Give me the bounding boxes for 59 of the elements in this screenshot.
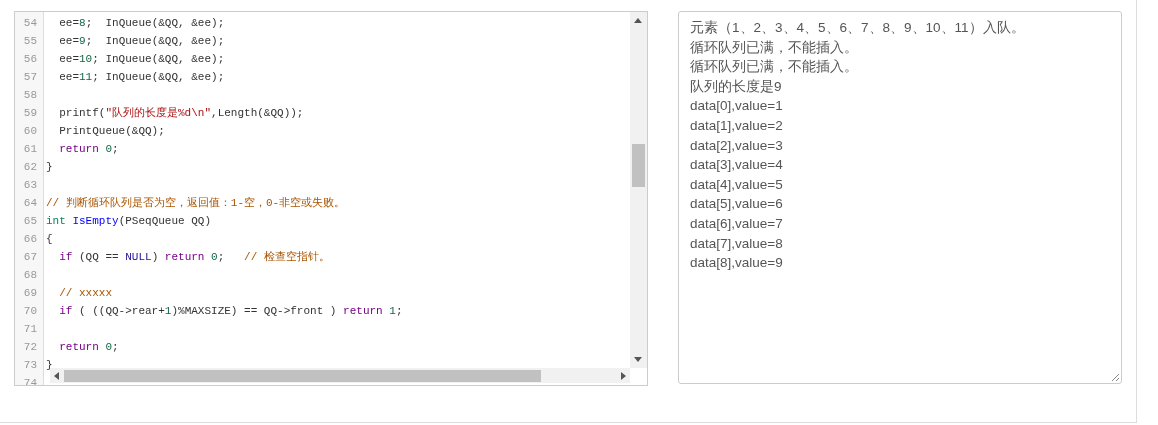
code-line: { (45, 232, 53, 247)
output-line: data[8],value=9 (690, 254, 784, 273)
line-number: 73 (22, 358, 38, 373)
scroll-up-icon[interactable] (634, 18, 642, 23)
output-line: 队列的长度是9 (690, 77, 783, 96)
line-number: 59 (22, 106, 38, 121)
output-line: data[3],value=4 (690, 156, 784, 175)
code-line: return 0; (58, 142, 119, 157)
horizontal-scrollbar[interactable] (50, 368, 630, 383)
line-number: 58 (22, 88, 38, 103)
code-line: if (QQ == NULL) return 0; // 检查空指针。 (58, 250, 330, 265)
line-number: 71 (22, 322, 38, 337)
code-line: return 0; (58, 340, 119, 355)
line-number: 67 (22, 250, 38, 265)
code-line: // 判断循环队列是否为空，返回值：1-空，0-非空或失败。 (45, 196, 346, 211)
line-number: 63 (22, 178, 38, 193)
line-number: 55 (22, 34, 38, 49)
code-line: printf("队列的长度是%d\n",Length(&QQ)); (58, 106, 304, 121)
output-textarea[interactable] (678, 11, 1122, 384)
line-number: 54 (22, 16, 38, 31)
code-line: } (45, 160, 53, 175)
line-number: 65 (22, 214, 38, 229)
line-number: 61 (22, 142, 38, 157)
code-line: // xxxxx (58, 286, 112, 301)
output-line: 元素（1、2、3、4、5、6、7、8、9、10、11）入队。 (690, 19, 1026, 37)
line-number: 62 (22, 160, 38, 175)
line-number: 72 (22, 340, 38, 355)
code-line: if ( ((QQ->rear+1)%MAXSIZE) == QQ->front ) return 1; (58, 304, 403, 319)
output-line: data[2],value=3 (690, 136, 784, 155)
scroll-left-icon[interactable] (54, 372, 59, 380)
output-line: 循环队列已满，不能插入。 (690, 58, 859, 77)
scroll-right-icon[interactable] (621, 372, 626, 380)
output-line: data[5],value=6 (690, 195, 784, 214)
code-line: } (45, 358, 53, 373)
code-line: PrintQueue(&QQ); (58, 124, 165, 139)
resize-grip-icon[interactable] (1111, 373, 1119, 381)
line-number: 64 (22, 196, 38, 211)
scrollbar-thumb[interactable] (632, 144, 645, 187)
line-number: 68 (22, 268, 38, 283)
output-line: data[7],value=8 (690, 234, 784, 253)
code-line: ee=9; InQueue(&QQ, &ee); (58, 34, 225, 49)
scrollbar-thumb[interactable] (64, 370, 541, 382)
line-number: 66 (22, 232, 38, 247)
output-line: data[4],value=5 (690, 175, 784, 194)
line-number: 57 (22, 70, 38, 85)
output-line: data[6],value=7 (690, 214, 784, 233)
code-line: ee=10; InQueue(&QQ, &ee); (58, 52, 225, 67)
output-line: data[1],value=2 (690, 116, 784, 135)
code-line: ee=11; InQueue(&QQ, &ee); (58, 70, 225, 85)
line-number: 60 (22, 124, 38, 139)
scroll-down-icon[interactable] (634, 357, 642, 362)
output-line: 循环队列已满，不能插入。 (690, 38, 859, 57)
line-number: 56 (22, 52, 38, 67)
vertical-scrollbar[interactable] (630, 12, 647, 368)
code-line: int IsEmpty(PSeqQueue QQ) (45, 214, 212, 229)
code-line: ee=8; InQueue(&QQ, &ee); (58, 16, 225, 31)
line-number: 70 (22, 304, 38, 319)
output-line: data[0],value=1 (690, 97, 784, 116)
line-number: 69 (22, 286, 38, 301)
